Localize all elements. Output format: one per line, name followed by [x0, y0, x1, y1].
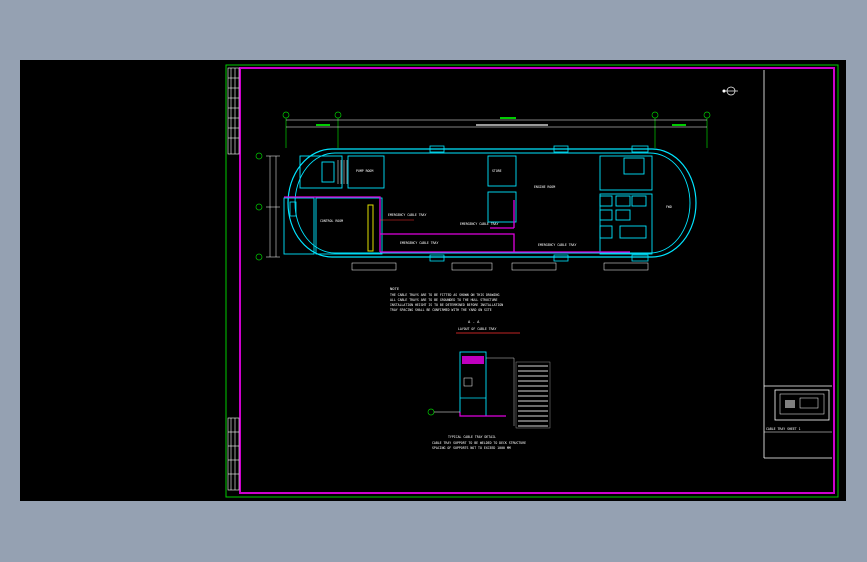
north-arrow-icon [722, 86, 738, 96]
note-line-4: TRAY SPACING SHALL BE CONFIRMED WITH THE… [390, 308, 492, 312]
dimension-text [316, 117, 686, 126]
space-label-fwd: FWD [666, 205, 672, 209]
section-mark: A - A [468, 319, 480, 324]
drawing-border [239, 67, 835, 494]
space-label-store: STORE [492, 169, 502, 173]
detail-note-1: CABLE TRAY SUPPORT TO BE WELDED TO DECK … [432, 441, 526, 445]
title-block-caption: CABLE TRAY SHEET 1 [766, 427, 801, 431]
note-line-2: ALL CABLE TRAYS ARE TO BE GROUNDED TO TH… [390, 298, 498, 302]
cable-tray-route [284, 196, 630, 253]
tray-label-2: EMERGENCY CABLE TRAY [460, 222, 498, 226]
cad-drawing: CABLE TRAY SHEET 1 PUMP ROOM ENGINE ROOM… [225, 64, 839, 498]
tray-label-1: EMERGENCY CABLE TRAY [388, 213, 426, 217]
note-title: NOTE [390, 286, 400, 291]
space-label-control-room: CONTROL ROOM [320, 219, 343, 223]
detail-schedule-lines [518, 365, 548, 427]
drawing-viewport[interactable]: CABLE TRAY SHEET 1 PUMP ROOM ENGINE ROOM… [20, 60, 846, 501]
cable-run-yellow [367, 204, 374, 252]
detail-note-2: SPACING OF SUPPORTS NOT TO EXCEED 1000 M… [432, 446, 511, 450]
hull-outline [287, 148, 697, 258]
machinery-hatch [337, 160, 348, 184]
interior-partitions [283, 155, 653, 255]
hull-openings [289, 145, 649, 262]
section-title: LAYOUT OF CABLE TRAY [458, 327, 496, 331]
space-label-pump-room: PUMP ROOM [356, 169, 373, 173]
note-line-1: THE CABLE TRAYS ARE TO BE FITTED AS SHOW… [390, 293, 499, 297]
tray-label-3: EMERGENCY CABLE TRAY [400, 241, 438, 245]
title-block: CABLE TRAY SHEET 1 [763, 70, 832, 459]
tray-label-4: EMERGENCY CABLE TRAY [538, 243, 576, 247]
note-line-3: INSTALLATION HEIGHT IS TO BE DETERMINED … [390, 303, 503, 307]
detail-title: TYPICAL CABLE TRAY DETAIL [448, 435, 496, 439]
space-label-engine-room: ENGINE ROOM [534, 185, 555, 189]
frame-labels [351, 262, 649, 271]
dimension-lines [266, 119, 707, 258]
revision-strip [227, 67, 240, 491]
tray-detail [427, 351, 551, 429]
sheet-frame [225, 64, 839, 498]
